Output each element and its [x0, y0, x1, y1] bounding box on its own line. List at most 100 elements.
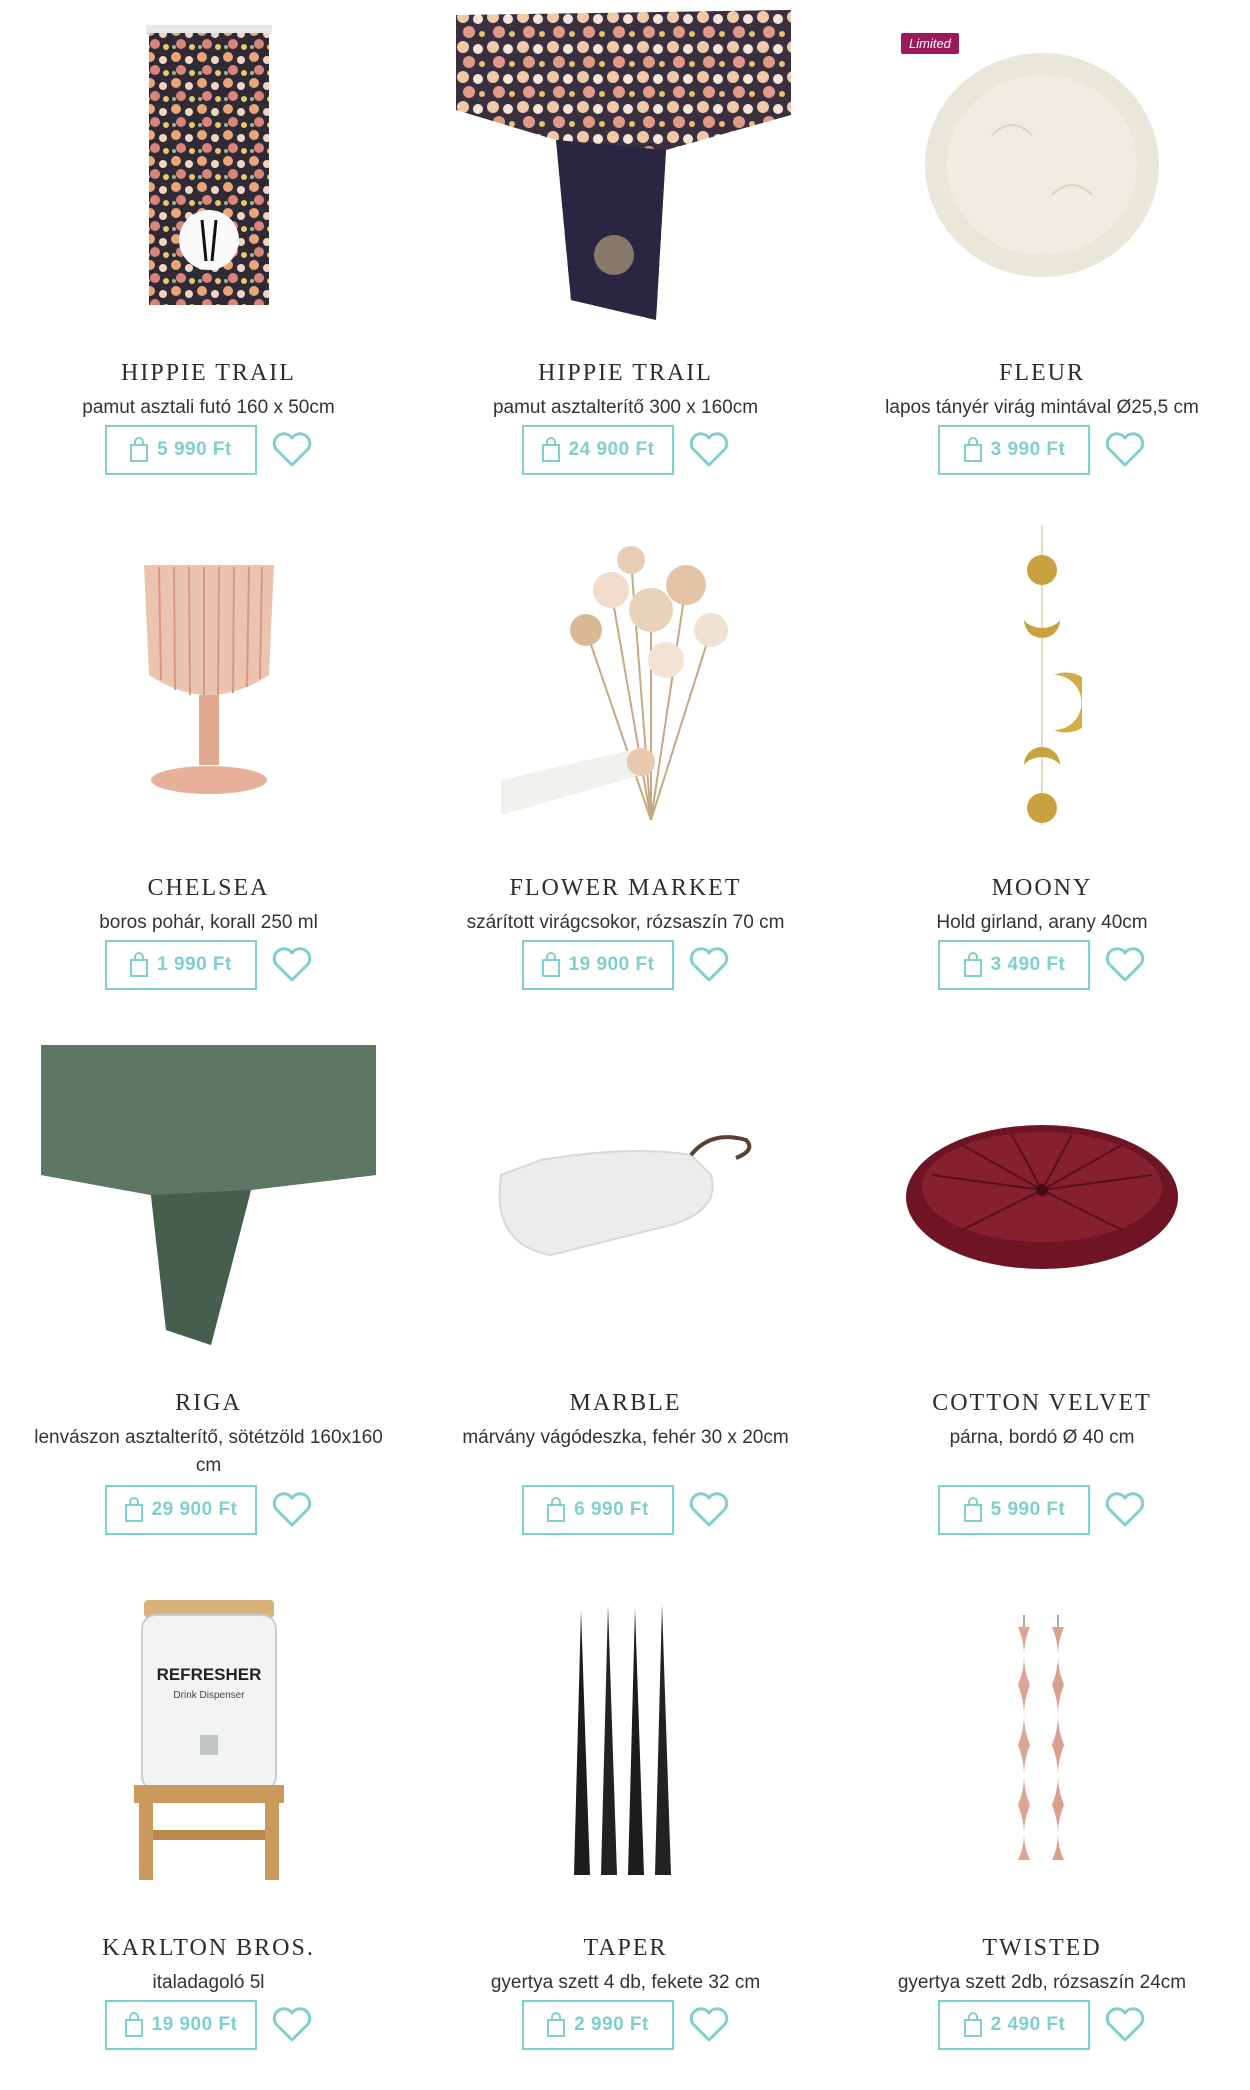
add-to-cart-button[interactable]: 3 490 Ft	[938, 940, 1090, 990]
product-image[interactable]	[0, 515, 417, 845]
product-subtitle: pamut asztali futó 160 x 50cm	[82, 397, 335, 419]
add-to-cart-button[interactable]: 1 990 Ft	[104, 940, 257, 990]
add-to-cart-button[interactable]: 2 490 Ft	[938, 2000, 1090, 2050]
product-subtitle: pamut asztalterítő 300 x 160cm	[492, 397, 759, 419]
product-image[interactable]	[417, 1575, 834, 1905]
tablecloth-image	[455, 10, 791, 320]
product-subtitle: párna, bordó Ø 40 cm	[949, 1427, 1135, 1449]
wishlist-button[interactable]	[271, 1489, 313, 1531]
product-title[interactable]: FLOWER MARKET	[510, 875, 742, 901]
heart-icon	[272, 947, 311, 982]
product-card[interactable]: TAPER gyertya szett 4 db, fekete 32 cm 2…	[417, 1575, 834, 2090]
wishlist-button[interactable]	[688, 944, 730, 986]
shopping-bag-icon	[547, 2012, 566, 2037]
product-image[interactable]	[417, 515, 834, 845]
product-title[interactable]: RIGA	[175, 1390, 242, 1416]
heart-icon	[1105, 947, 1145, 982]
product-card[interactable]: FLOWER MARKET szárított virágcsokor, róz…	[417, 515, 834, 1030]
product-actions: 19 900 Ft	[417, 940, 834, 990]
product-subtitle: lenvászon asztalterítő, sötétzöld 160x16…	[34, 1427, 383, 1477]
wishlist-button[interactable]	[271, 429, 313, 471]
product-title[interactable]: MARBLE	[569, 1390, 681, 1416]
product-image[interactable]	[0, 0, 417, 330]
shopping-bag-icon	[963, 1497, 982, 1522]
wishlist-button[interactable]	[688, 2004, 730, 2046]
shopping-bag-icon	[130, 437, 149, 462]
product-title[interactable]: KARLTON BROS.	[102, 1935, 315, 1961]
product-image[interactable]	[417, 0, 834, 330]
product-actions: 1 990 Ft	[0, 940, 417, 990]
product-card[interactable]: REFRESHER Drink Dispenser KARLTON BROS. …	[0, 1575, 417, 2090]
wishlist-button[interactable]	[688, 1489, 730, 1531]
product-title[interactable]: HIPPIE TRAIL	[538, 360, 713, 386]
product-image[interactable]	[834, 1575, 1250, 1905]
shopping-bag-icon	[963, 2012, 982, 2037]
wishlist-button[interactable]	[1104, 2004, 1146, 2046]
price-label: 2 990 Ft	[574, 2014, 649, 2035]
wishlist-button[interactable]	[271, 2004, 313, 2046]
heart-icon	[689, 947, 728, 982]
wishlist-button[interactable]	[1104, 1489, 1146, 1531]
heart-icon	[1105, 2007, 1145, 2042]
product-title[interactable]: CHELSEA	[148, 875, 270, 901]
wishlist-button[interactable]	[1104, 944, 1146, 986]
product-title[interactable]: TAPER	[583, 1935, 667, 1961]
product-card[interactable]: HIPPIE TRAIL pamut asztalterítő 300 x 16…	[417, 0, 834, 515]
linen-tablecloth-image	[41, 1045, 376, 1345]
product-image[interactable]	[834, 1030, 1250, 1360]
wine-glass-image	[143, 565, 274, 794]
add-to-cart-button[interactable]: 2 990 Ft	[521, 2000, 674, 2050]
moon-garland-image	[1024, 525, 1082, 825]
add-to-cart-button[interactable]: 19 900 Ft	[104, 2000, 257, 2050]
dispenser-sub-label: Drink Dispenser	[173, 1690, 245, 1701]
product-title[interactable]: TWISTED	[982, 1935, 1101, 1961]
price-label: 5 990 Ft	[157, 439, 232, 460]
price-label: 24 900 Ft	[568, 439, 655, 460]
product-card[interactable]: COTTON VELVET párna, bordó Ø 40 cm 5 990…	[834, 1030, 1250, 1575]
twisted-candles-image	[1018, 1615, 1064, 1860]
price-label: 19 900 Ft	[568, 954, 655, 975]
product-card[interactable]: MOONY Hold girland, arany 40cm 3 490 Ft	[834, 515, 1250, 1030]
dried-flowers-image	[500, 546, 728, 821]
add-to-cart-button[interactable]: 24 900 Ft	[521, 425, 674, 475]
dispenser-brand-label: REFRESHER	[156, 1665, 261, 1684]
product-subtitle: szárított virágcsokor, rózsaszín 70 cm	[466, 912, 785, 934]
wishlist-button[interactable]	[1104, 429, 1146, 471]
product-title[interactable]: MOONY	[992, 875, 1093, 901]
product-image[interactable]: REFRESHER Drink Dispenser	[0, 1575, 417, 1905]
shopping-bag-icon	[124, 2012, 143, 2037]
wishlist-button[interactable]	[271, 944, 313, 986]
product-subtitle: boros pohár, korall 250 ml	[99, 912, 318, 934]
product-title[interactable]: FLEUR	[999, 360, 1085, 386]
price-label: 19 900 Ft	[151, 2014, 238, 2035]
product-image[interactable]: Limited	[834, 0, 1250, 330]
add-to-cart-button[interactable]: 6 990 Ft	[521, 1485, 674, 1535]
shopping-bag-icon	[963, 437, 982, 462]
price-label: 6 990 Ft	[574, 1499, 649, 1520]
product-card[interactable]: HIPPIE TRAIL pamut asztali futó 160 x 50…	[0, 0, 417, 515]
wishlist-button[interactable]	[688, 429, 730, 471]
product-actions: 24 900 Ft	[417, 425, 834, 475]
product-card[interactable]: MARBLE márvány vágódeszka, fehér 30 x 20…	[417, 1030, 834, 1575]
price-label: 3 490 Ft	[990, 954, 1066, 975]
add-to-cart-button[interactable]: 19 900 Ft	[521, 940, 674, 990]
product-card[interactable]: TWISTED gyertya szett 2db, rózsaszín 24c…	[834, 1575, 1250, 2090]
product-actions: 6 990 Ft	[417, 1485, 834, 1535]
add-to-cart-button[interactable]: 29 900 Ft	[104, 1485, 257, 1535]
product-card[interactable]: CHELSEA boros pohár, korall 250 ml 1 990…	[0, 515, 417, 1030]
product-image[interactable]	[417, 1030, 834, 1360]
heart-icon	[689, 432, 728, 467]
product-image[interactable]	[834, 515, 1250, 845]
product-title[interactable]: COTTON VELVET	[932, 1390, 1152, 1416]
product-card[interactable]: Limited FLEUR lapos tányér virág mintáva…	[834, 0, 1250, 515]
table-runner-image	[145, 25, 272, 305]
add-to-cart-button[interactable]: 3 990 Ft	[938, 425, 1090, 475]
product-card[interactable]: RIGA lenvászon asztalterítő, sötétzöld 1…	[0, 1030, 417, 1575]
product-image[interactable]	[0, 1030, 417, 1360]
add-to-cart-button[interactable]: 5 990 Ft	[104, 425, 257, 475]
product-subtitle: gyertya szett 4 db, fekete 32 cm	[490, 1972, 761, 1994]
product-title[interactable]: HIPPIE TRAIL	[121, 360, 296, 386]
shopping-bag-icon	[124, 1497, 143, 1522]
drink-dispenser-image: REFRESHER Drink Dispenser	[133, 1600, 284, 1880]
add-to-cart-button[interactable]: 5 990 Ft	[938, 1485, 1090, 1535]
